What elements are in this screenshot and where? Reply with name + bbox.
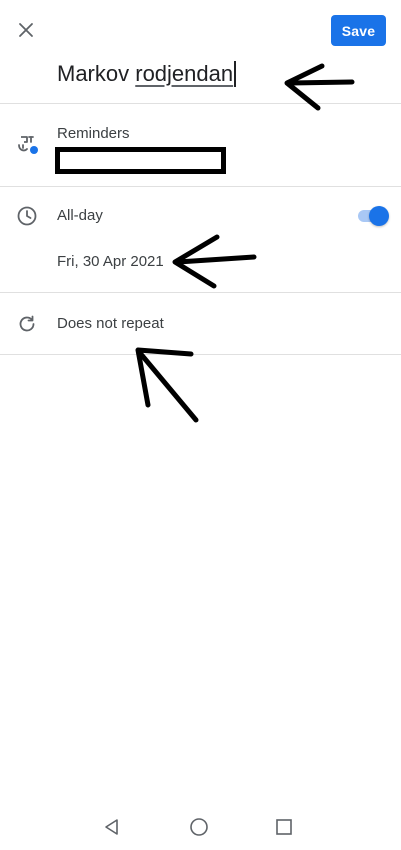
home-circle-icon	[190, 818, 208, 836]
allday-toggle[interactable]	[356, 205, 390, 227]
repeat-label[interactable]: Does not repeat	[57, 315, 164, 332]
recents-square-icon	[276, 819, 292, 835]
title-word-first: Markov	[57, 61, 130, 86]
close-icon	[19, 23, 33, 37]
nav-back-button[interactable]	[99, 814, 125, 840]
divider-allday	[0, 292, 401, 293]
nav-home-button[interactable]	[186, 814, 212, 840]
toggle-thumb	[369, 206, 389, 226]
allday-label: All-day	[57, 207, 103, 224]
title-word-second: rodjendan	[135, 61, 234, 86]
reminders-icon	[15, 133, 39, 157]
event-edit-screen: Save Markov rodjendan Reminders All-day	[0, 0, 401, 850]
reminders-badge-dot	[30, 146, 38, 154]
text-caret	[234, 61, 236, 87]
event-title-input[interactable]: Markov rodjendan	[57, 58, 236, 90]
redacted-box	[55, 147, 226, 174]
arrow-to-repeat	[135, 347, 199, 423]
divider-reminders	[0, 186, 401, 187]
repeat-icon	[15, 312, 39, 336]
reminders-label[interactable]: Reminders	[57, 125, 130, 142]
divider-repeat	[0, 354, 401, 355]
system-navigation-bar	[0, 800, 401, 850]
save-button[interactable]: Save	[331, 15, 386, 46]
top-bar: Save	[0, 0, 401, 60]
arrow-to-title	[284, 63, 355, 111]
divider-title	[0, 103, 401, 104]
arrow-to-date	[172, 234, 257, 289]
clock-icon	[15, 204, 39, 228]
close-button[interactable]	[12, 16, 40, 44]
event-date[interactable]: Fri, 30 Apr 2021	[57, 253, 164, 270]
back-triangle-icon	[105, 819, 118, 835]
nav-recents-button[interactable]	[271, 814, 297, 840]
